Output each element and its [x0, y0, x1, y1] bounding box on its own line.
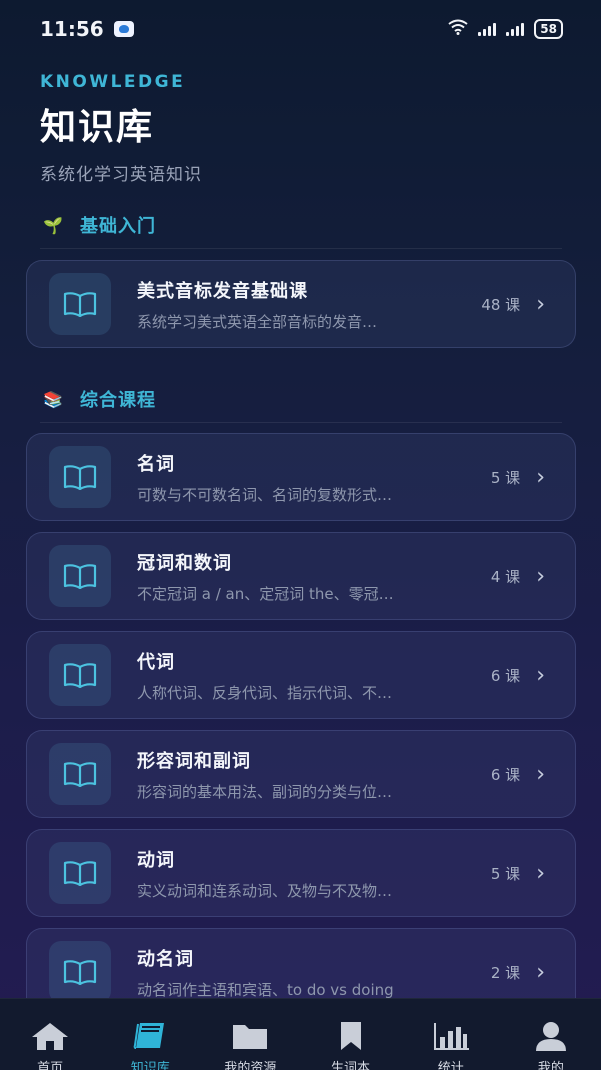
chevron-right-icon: › [536, 291, 545, 317]
course-description: 动名词作主语和宾语、to do vs doing [137, 980, 394, 999]
course-title: 名词 [137, 453, 175, 475]
tab-label: 统计 [437, 1061, 464, 1070]
course-title: 形容词和副词 [137, 750, 251, 772]
book-icon [49, 743, 111, 805]
tab-label: 生词本 [331, 1061, 371, 1070]
tab-statistics[interactable]: 统计 [401, 999, 501, 1070]
book-icon [49, 941, 111, 1003]
chevron-right-icon: › [536, 959, 545, 985]
chevron-right-icon: › [536, 860, 545, 886]
books-icon: 📚 [43, 389, 63, 409]
section-label: 基础入门 [80, 216, 156, 237]
course-description: 不定冠词 a / an、定冠词 the、零冠… [137, 584, 394, 603]
course-card-phonetics[interactable]: 美式音标发音基础课 系统学习美式英语全部音标的发音… 48 课 › [26, 260, 576, 348]
bar-chart-icon [431, 1021, 471, 1051]
page-header: KNOWLEDGE 知识库 系统化学习英语知识 [40, 72, 202, 185]
card-text: 代词 人称代词、反身代词、指示代词、不… [137, 648, 491, 703]
course-title: 冠词和数词 [137, 552, 232, 574]
signal-icon-2 [506, 22, 525, 36]
book-icon [49, 446, 111, 508]
course-card-nouns[interactable]: 名词 可数与不可数名词、名词的复数形式… 5 课 › [26, 433, 576, 521]
course-card-pronouns[interactable]: 代词 人称代词、反身代词、指示代词、不… 6 课 › [26, 631, 576, 719]
section-label: 综合课程 [80, 390, 156, 411]
course-description: 系统学习美式英语全部音标的发音… [137, 312, 378, 331]
course-card-verbs[interactable]: 动词 实义动词和连系动词、及物与不及物… 5 课 › [26, 829, 576, 917]
card-text: 冠词和数词 不定冠词 a / an、定冠词 the、零冠… [137, 549, 491, 604]
status-indicators: 58 [448, 19, 563, 39]
course-description: 可数与不可数名词、名词的复数形式… [137, 485, 393, 504]
course-card-articles-numerals[interactable]: 冠词和数词 不定冠词 a / an、定冠词 the、零冠… 4 课 › [26, 532, 576, 620]
chevron-right-icon: › [536, 563, 545, 589]
card-text: 动词 实义动词和连系动词、及物与不及物… [137, 846, 491, 901]
bottom-tab-bar: 首页 知识库 我的资源 生词本 统计 我的 [0, 998, 601, 1070]
book-icon [49, 273, 111, 335]
page-title: 知识库 [40, 107, 155, 148]
book-icon [49, 545, 111, 607]
course-description: 实义动词和连系动词、及物与不及物… [137, 881, 393, 900]
course-card-adjectives-adverbs[interactable]: 形容词和副词 形容词的基本用法、副词的分类与位… 6 课 › [26, 730, 576, 818]
tab-home[interactable]: 首页 [0, 999, 100, 1070]
page-subtitle: 系统化学习英语知识 [40, 165, 202, 185]
folder-icon [230, 1021, 270, 1051]
course-title: 美式音标发音基础课 [137, 280, 308, 302]
card-text: 形容词和副词 形容词的基本用法、副词的分类与位… [137, 747, 491, 802]
chevron-right-icon: › [536, 662, 545, 688]
lesson-count: 4 课 [490, 567, 521, 586]
tab-label: 首页 [37, 1061, 64, 1070]
course-description: 人称代词、反身代词、指示代词、不… [137, 683, 393, 702]
seedling-icon: 🌱 [43, 215, 63, 235]
card-text: 名词 可数与不可数名词、名词的复数形式… [137, 450, 491, 505]
book-icon [49, 842, 111, 904]
battery-icon: 58 [534, 19, 563, 39]
tab-vocabulary[interactable]: 生词本 [301, 999, 401, 1070]
book-icon [130, 1021, 170, 1051]
tab-label: 我的 [537, 1061, 564, 1070]
section-heading-comprehensive: 📚 综合课程 [40, 386, 562, 423]
bookmark-icon [331, 1021, 371, 1051]
course-description: 形容词的基本用法、副词的分类与位… [137, 782, 393, 801]
course-title: 动名词 [137, 948, 194, 970]
tab-my-resources[interactable]: 我的资源 [200, 999, 300, 1070]
chevron-right-icon: › [536, 464, 545, 490]
course-title: 动词 [137, 849, 175, 871]
tab-label: 知识库 [130, 1061, 170, 1070]
status-bar: 11:56 58 [0, 0, 601, 58]
status-time: 11:56 [40, 17, 104, 41]
status-time-group: 11:56 [40, 17, 134, 41]
home-icon [30, 1021, 70, 1051]
header-eyebrow: KNOWLEDGE [40, 72, 186, 92]
lesson-count: 6 课 [490, 666, 521, 685]
lesson-count: 5 课 [490, 864, 521, 883]
tab-knowledge[interactable]: 知识库 [100, 999, 200, 1070]
card-text: 美式音标发音基础课 系统学习美式英语全部音标的发音… [137, 277, 481, 332]
book-icon [49, 644, 111, 706]
lesson-count: 2 课 [490, 963, 521, 982]
battery-level: 58 [540, 22, 557, 36]
chevron-right-icon: › [536, 761, 545, 787]
lesson-count: 5 课 [490, 468, 521, 487]
course-title: 代词 [137, 651, 175, 673]
lesson-count: 48 课 [481, 295, 521, 314]
lesson-count: 6 课 [490, 765, 521, 784]
message-icon [113, 21, 134, 37]
wifi-icon [448, 19, 468, 39]
signal-icon [478, 22, 497, 36]
card-text: 动名词 动名词作主语和宾语、to do vs doing [137, 945, 491, 1000]
section-heading-basics: 🌱 基础入门 [40, 212, 562, 249]
tab-profile[interactable]: 我的 [501, 999, 601, 1070]
tab-label: 我的资源 [224, 1061, 277, 1070]
user-icon [531, 1021, 571, 1051]
